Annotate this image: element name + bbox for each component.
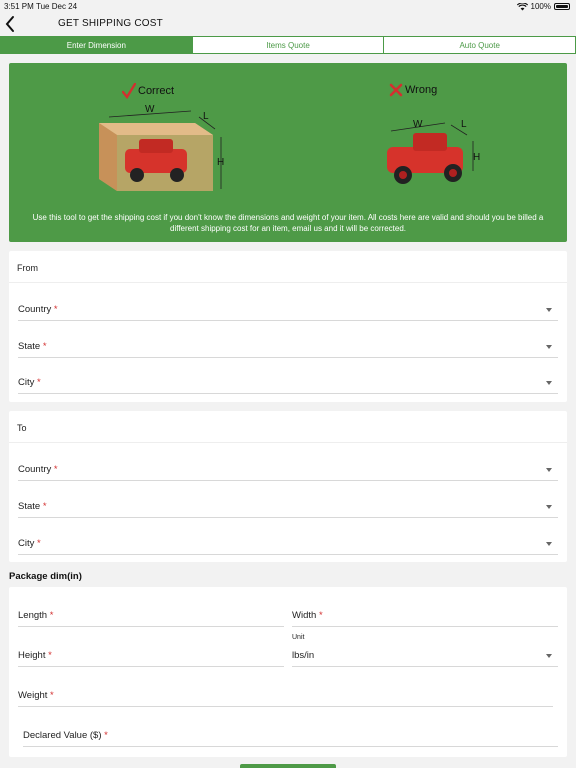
- width-label: Width *: [292, 610, 323, 621]
- page-title: GET SHIPPING COST: [58, 18, 163, 29]
- car-dimension-illustration: W L H: [387, 119, 480, 184]
- dim-h-label: H: [217, 157, 224, 168]
- correct-label-text: Correct: [138, 85, 175, 97]
- info-banner: Correct Wrong W L H W L H Use this tool …: [9, 63, 567, 242]
- length-label: Length *: [18, 610, 54, 621]
- from-city-label: City *: [18, 377, 41, 388]
- correct-label: Correct: [122, 83, 174, 99]
- to-country-select[interactable]: Country *: [18, 459, 558, 481]
- declared-value-label: Declared Value ($) *: [23, 730, 108, 741]
- chevron-down-icon: [546, 381, 552, 385]
- to-card: To Country * State * City *: [9, 411, 567, 562]
- wrong-label-text: Wrong: [405, 84, 438, 96]
- cross-icon: [389, 83, 403, 97]
- from-country-label: Country *: [18, 304, 58, 315]
- chevron-down-icon: [546, 542, 552, 546]
- chevron-down-icon: [546, 308, 552, 312]
- status-right: 100%: [516, 2, 570, 11]
- tab-items-quote[interactable]: Items Quote: [192, 36, 385, 54]
- package-section-title: Package dim(in): [9, 571, 82, 582]
- unit-select[interactable]: lbs/in: [292, 645, 558, 667]
- dim-l-label: L: [461, 119, 467, 130]
- battery-icon: [554, 3, 570, 10]
- package-card: Length * Width * Height * Unit lbs/in We…: [9, 587, 567, 757]
- battery-percent: 100%: [530, 2, 551, 11]
- app-header: GET SHIPPING COST: [0, 12, 576, 36]
- status-bar: 3:51 PM Tue Dec 24 100%: [0, 0, 576, 12]
- chevron-down-icon: [546, 654, 552, 658]
- dim-w-label: W: [145, 105, 155, 115]
- length-input[interactable]: Length *: [18, 605, 284, 627]
- width-input[interactable]: Width *: [292, 605, 558, 627]
- height-input[interactable]: Height *: [18, 645, 284, 667]
- unit-value: lbs/in: [292, 650, 315, 661]
- weight-label: Weight *: [18, 690, 54, 701]
- to-state-label: State *: [18, 501, 47, 512]
- wifi-icon: [516, 2, 528, 10]
- banner-note: Use this tool to get the shipping cost i…: [32, 213, 544, 233]
- chevron-down-icon: [546, 345, 552, 349]
- to-state-select[interactable]: State *: [18, 496, 558, 518]
- tab-bar: Enter Dimension Items Quote Auto Quote: [0, 36, 576, 54]
- dim-w-label: W: [413, 119, 423, 130]
- from-title: From: [9, 251, 567, 283]
- back-button[interactable]: [3, 14, 21, 34]
- to-city-select[interactable]: City *: [18, 533, 558, 555]
- chevron-left-icon: [5, 16, 14, 32]
- from-state-label: State *: [18, 341, 47, 352]
- chevron-down-icon: [546, 505, 552, 509]
- unit-caption: Unit: [292, 634, 305, 641]
- dim-l-label: L: [203, 111, 209, 122]
- status-time: 3:51 PM: [4, 2, 34, 11]
- tab-enter-dimension[interactable]: Enter Dimension: [0, 36, 193, 54]
- checkmark-icon: [122, 83, 136, 99]
- from-state-select[interactable]: State *: [18, 336, 558, 358]
- from-card: From Country * State * City *: [9, 251, 567, 402]
- from-city-select[interactable]: City *: [18, 372, 558, 394]
- car-shape: [387, 133, 463, 184]
- from-country-select[interactable]: Country *: [18, 299, 558, 321]
- chevron-down-icon: [546, 468, 552, 472]
- boxed-car-illustration: W L H: [99, 105, 224, 191]
- dim-h-label: H: [473, 152, 480, 163]
- declared-value-input[interactable]: Declared Value ($) *: [23, 725, 558, 747]
- weight-input[interactable]: Weight *: [18, 685, 553, 707]
- to-title: To: [9, 411, 567, 443]
- to-country-label: Country *: [18, 464, 58, 475]
- wrong-label: Wrong: [389, 83, 437, 97]
- submit-button[interactable]: [240, 764, 336, 768]
- height-label: Height *: [18, 650, 52, 661]
- tab-auto-quote[interactable]: Auto Quote: [384, 36, 576, 54]
- status-date: Tue Dec 24: [36, 2, 78, 11]
- to-city-label: City *: [18, 538, 41, 549]
